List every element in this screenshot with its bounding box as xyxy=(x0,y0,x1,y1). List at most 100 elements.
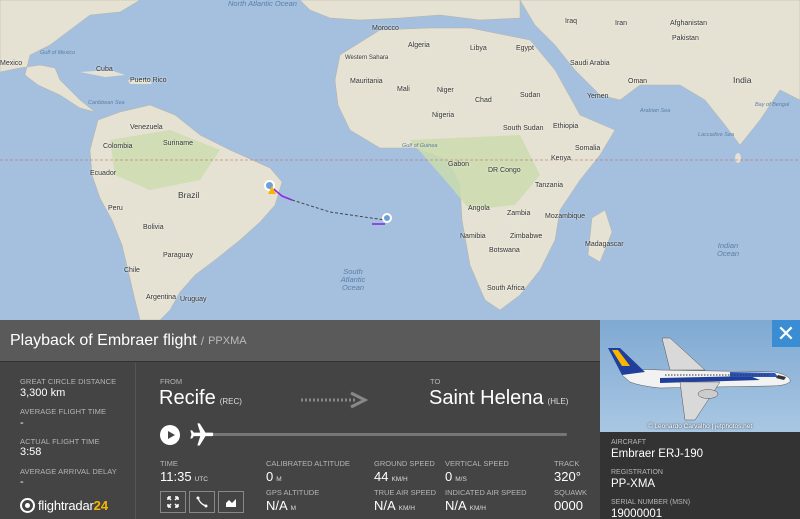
cal-alt-display: 0M xyxy=(266,469,282,484)
close-icon[interactable]: ✕ xyxy=(772,320,800,347)
aircraft-marker-icon[interactable] xyxy=(268,186,276,194)
country-label: DR Congo xyxy=(488,167,521,174)
country-label: Ecuador xyxy=(90,170,117,177)
tas-value: N/A xyxy=(374,498,396,513)
country-label: Zimbabwe xyxy=(510,233,543,240)
time-unit: UTC xyxy=(194,476,208,483)
route-icon xyxy=(196,496,208,508)
squawk-label: Squawk xyxy=(554,488,588,497)
destination-city[interactable]: Saint Helena (HLE) xyxy=(429,387,568,410)
aircraft-photo[interactable]: © Leonardo Carvalho | jetphotos.net xyxy=(600,320,800,432)
country-label: Chad xyxy=(475,97,492,104)
country-label: Chile xyxy=(124,267,140,274)
play-icon[interactable] xyxy=(160,425,180,445)
cal-alt-value: 0 xyxy=(266,469,274,484)
fullscreen-icon xyxy=(167,496,179,508)
ground-speed-value: 44 xyxy=(374,469,389,484)
from-label: From xyxy=(160,377,183,386)
track-label: Track xyxy=(554,459,580,468)
country-label: Libya xyxy=(470,45,487,52)
graph-icon xyxy=(226,499,236,507)
country-label: Zambia xyxy=(507,210,531,217)
tas-display: N/A km/h xyxy=(374,498,415,513)
country-label: Angola xyxy=(468,205,490,212)
vs-value: 0 xyxy=(445,469,453,484)
country-label: Pakistan xyxy=(672,35,699,42)
country-label: South Africa xyxy=(487,285,525,292)
ground-speed-display: 44 km/h xyxy=(374,469,408,484)
sea-label-caribbean: Caribbean Sea xyxy=(88,100,125,106)
route-button[interactable] xyxy=(189,491,215,513)
distance-value: 3,300 km xyxy=(20,387,66,399)
country-label: Algeria xyxy=(408,42,430,49)
origin-city[interactable]: Recife (REC) xyxy=(159,387,242,410)
country-label: Botswana xyxy=(489,247,520,254)
country-label: Iraq xyxy=(565,18,578,25)
aircraft-label: Aircraft xyxy=(611,439,646,446)
cal-alt-label: Calibrated altitude xyxy=(266,459,350,468)
country-label: Uruguay xyxy=(180,296,207,303)
playback-track[interactable] xyxy=(213,433,567,436)
country-label: Iran xyxy=(615,20,628,27)
avg-time-value: - xyxy=(20,417,24,429)
country-label: Venezuela xyxy=(130,124,163,131)
ias-display: N/A km/h xyxy=(445,498,486,513)
time-value: 11:35 xyxy=(160,469,192,484)
destination-marker-icon[interactable] xyxy=(382,213,392,223)
ground-speed-label: Ground speed xyxy=(374,459,435,468)
country-label: Afghanistan xyxy=(670,20,707,27)
flight-map[interactable]: North Atlantic Ocean South Atlantic Ocea… xyxy=(0,0,800,320)
ias-unit: km/h xyxy=(469,505,486,512)
country-label: Brazil xyxy=(178,190,200,200)
destination-city-name: Saint Helena xyxy=(429,387,544,409)
country-label: Argentina xyxy=(146,294,176,301)
country-label: Mali xyxy=(397,86,410,93)
country-label: Mexico xyxy=(0,60,23,67)
country-label: Madagascar xyxy=(585,241,624,248)
origin-city-name: Recife xyxy=(159,387,216,409)
map-land xyxy=(0,0,800,320)
country-label: Ethiopia xyxy=(553,123,579,130)
vs-display: 0 m/s xyxy=(445,469,467,484)
vs-label: Vertical speed xyxy=(445,459,509,468)
country-label: India xyxy=(733,75,752,85)
avg-delay-label: Average arrival delay xyxy=(20,467,117,476)
country-label: Nigeria xyxy=(432,112,455,119)
country-label: Peru xyxy=(108,205,123,212)
title-separator: / xyxy=(200,333,205,348)
tas-label: True air speed xyxy=(374,488,437,497)
registration-label: Registration xyxy=(611,469,663,476)
country-label: Saudi Arabia xyxy=(570,60,610,67)
aircraft-value: Embraer ERJ-190 xyxy=(611,448,704,460)
country-label: Tanzania xyxy=(535,182,564,189)
avg-time-label: Average flight time xyxy=(20,407,107,416)
panel-registration: PPXMA xyxy=(208,334,247,347)
gps-alt-unit: M xyxy=(290,505,297,512)
flightradar24-logo[interactable]: flightradar 24 xyxy=(20,498,108,513)
time-label: Time xyxy=(160,459,178,468)
country-label: Morocco xyxy=(372,25,399,32)
radar-logo-icon xyxy=(20,498,35,513)
distance-label: Great circle distance xyxy=(20,377,117,386)
track-value: 320° xyxy=(554,469,581,484)
origin-code: (REC) xyxy=(219,397,242,406)
ocean-label-indian: Indian Ocean xyxy=(716,241,740,258)
country-label: Puerto Rico xyxy=(130,77,167,84)
plane-icon xyxy=(190,423,214,446)
country-label: Mauritania xyxy=(350,78,383,85)
graph-button[interactable] xyxy=(218,491,244,513)
country-label: Oman xyxy=(628,78,648,85)
country-label: Cuba xyxy=(96,66,113,73)
ocean-label-north-atlantic: North Atlantic Ocean xyxy=(228,0,297,8)
ias-value: N/A xyxy=(445,498,467,513)
to-label: To xyxy=(430,377,441,386)
squawk-value: 0000 xyxy=(554,498,583,513)
logo-number: 24 xyxy=(93,498,109,513)
actual-time-label: Actual flight time xyxy=(20,437,100,446)
country-label: Egypt xyxy=(516,45,534,52)
fullscreen-button[interactable] xyxy=(160,491,186,513)
country-label: Western Sahara xyxy=(345,55,389,61)
country-label: Namibia xyxy=(460,233,486,240)
destination-code: (HLE) xyxy=(547,397,569,406)
panel-header: Playback of Embraer flight / PPXMA xyxy=(0,320,600,362)
